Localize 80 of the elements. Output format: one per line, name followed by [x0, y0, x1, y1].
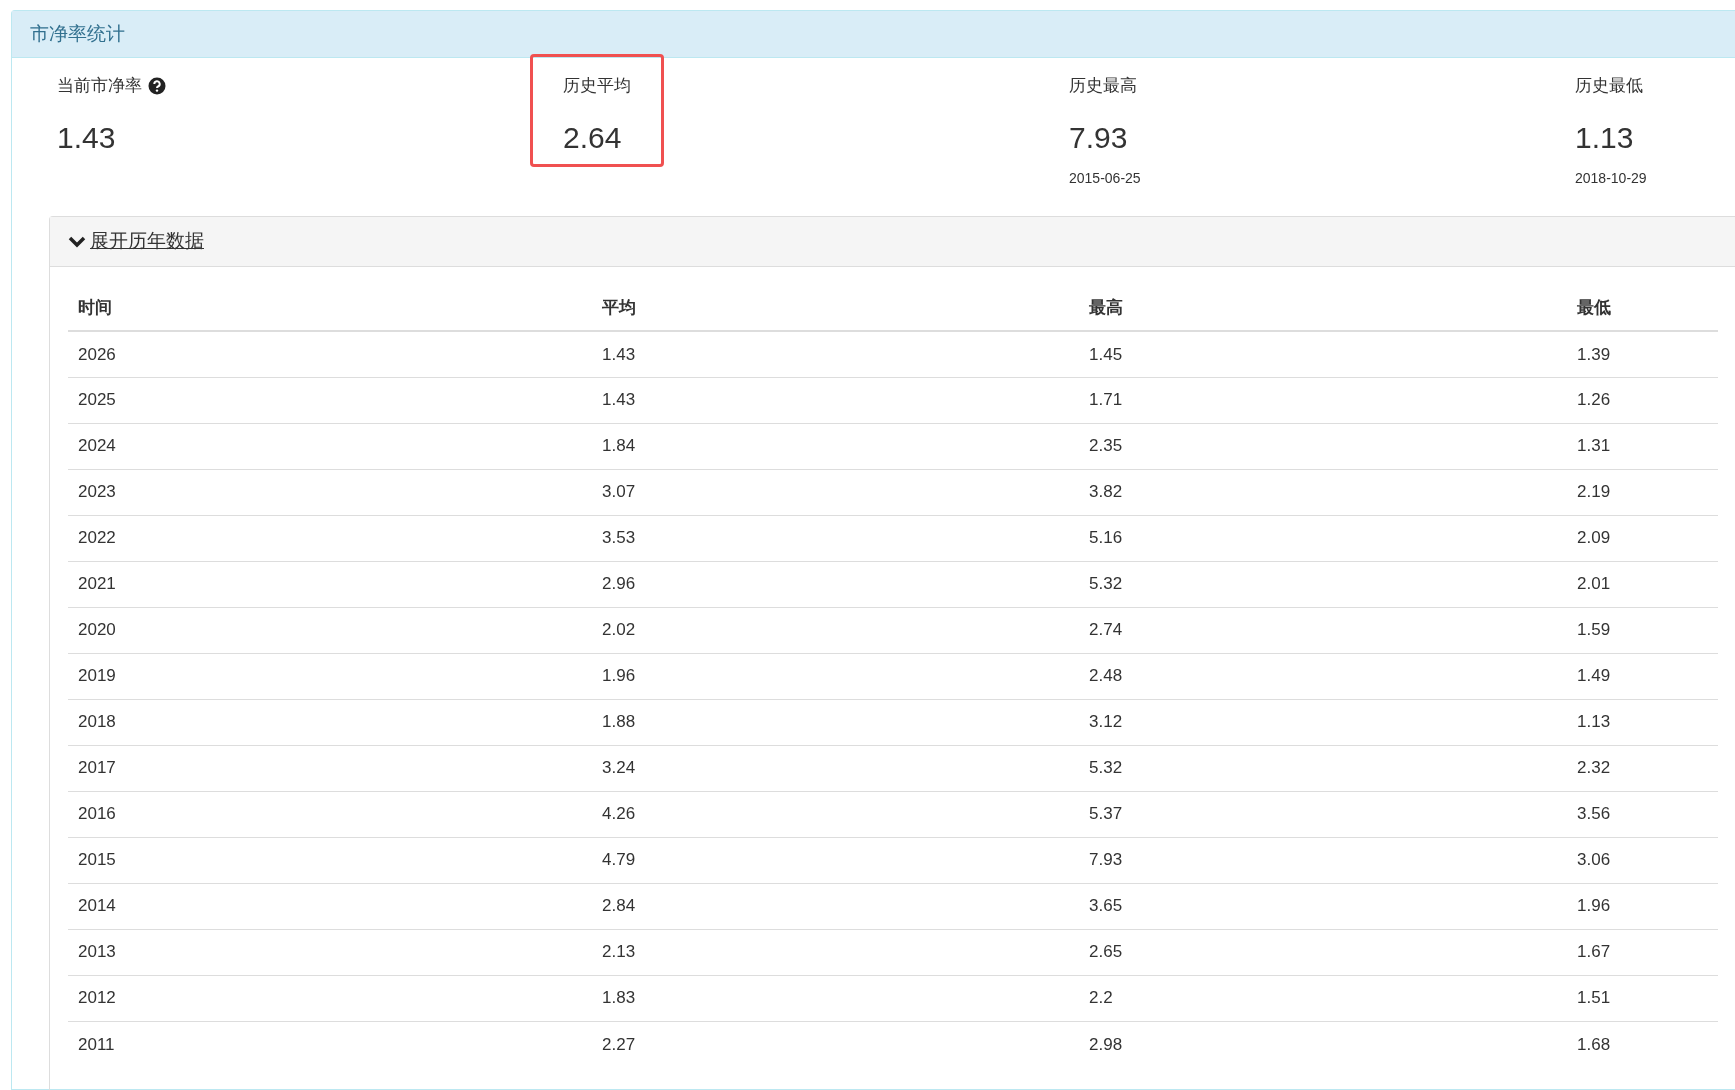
help-icon[interactable]: [148, 77, 166, 95]
table-cell: 5.16: [1079, 515, 1567, 561]
table-cell: 5.32: [1079, 745, 1567, 791]
table-cell: 3.24: [592, 745, 1079, 791]
table-cell: 7.93: [1079, 837, 1567, 883]
stat-value: 1.43: [57, 120, 116, 156]
table-cell: 1.84: [592, 423, 1079, 469]
table-cell: 1.96: [1567, 883, 1718, 929]
table-cell: 2.02: [592, 607, 1079, 653]
table-cell: 2020: [68, 607, 592, 653]
table-cell: 2022: [68, 515, 592, 561]
table-cell: 2.27: [592, 1021, 1079, 1067]
table-cell: 2024: [68, 423, 592, 469]
table-cell: 2012: [68, 975, 592, 1021]
table-cell: 1.88: [592, 699, 1079, 745]
stat-label: 当前市净率: [57, 75, 142, 98]
table-cell: 5.37: [1079, 791, 1567, 837]
table-cell: 2.65: [1079, 929, 1567, 975]
stat-value: 1.13: [1575, 120, 1634, 156]
column-header: 时间: [68, 285, 592, 331]
table-cell: 2017: [68, 745, 592, 791]
table-cell: 4.26: [592, 791, 1079, 837]
stat-date: 2015-06-25: [1069, 169, 1141, 188]
table-cell: 3.53: [592, 515, 1079, 561]
table-cell: 4.79: [592, 837, 1079, 883]
column-header: 平均: [592, 285, 1079, 331]
stat-label: 历史最高: [1069, 75, 1137, 98]
table-cell: 3.82: [1079, 469, 1567, 515]
table-cell: 1.68: [1567, 1021, 1718, 1067]
table-cell: 2025: [68, 377, 592, 423]
table-cell: 2.32: [1567, 745, 1718, 791]
table-cell: 2021: [68, 561, 592, 607]
table-cell: 2014: [68, 883, 592, 929]
table-cell: 2.84: [592, 883, 1079, 929]
table-cell: 2.96: [592, 561, 1079, 607]
table-cell: 2023: [68, 469, 592, 515]
table-cell: 1.51: [1567, 975, 1718, 1021]
table-cell: 2.09: [1567, 515, 1718, 561]
table-cell: 2026: [68, 331, 592, 377]
table-cell: 1.13: [1567, 699, 1718, 745]
table-cell: 1.71: [1079, 377, 1567, 423]
table-cell: 2.74: [1079, 607, 1567, 653]
table-cell: 3.07: [592, 469, 1079, 515]
table-cell: 1.43: [592, 331, 1079, 377]
table-cell: 2011: [68, 1021, 592, 1067]
table-cell: 1.83: [592, 975, 1079, 1021]
table-cell: 2.13: [592, 929, 1079, 975]
table-cell: 3.65: [1079, 883, 1567, 929]
table-cell: 2016: [68, 791, 592, 837]
table-cell: 2015: [68, 837, 592, 883]
table-cell: 3.56: [1567, 791, 1718, 837]
table-cell: 5.32: [1079, 561, 1567, 607]
column-header: 最高: [1079, 285, 1567, 331]
table-cell: 1.49: [1567, 653, 1718, 699]
table-cell: 3.12: [1079, 699, 1567, 745]
table-cell: 2013: [68, 929, 592, 975]
table-cell: 2018: [68, 699, 592, 745]
stat-label: 历史平均: [563, 75, 631, 98]
column-header: 最低: [1567, 285, 1718, 331]
table-cell: 2.35: [1079, 423, 1567, 469]
table-cell: 1.45: [1079, 331, 1567, 377]
table-cell: 2.2: [1079, 975, 1567, 1021]
table-cell: 2.48: [1079, 653, 1567, 699]
table-cell: 1.59: [1567, 607, 1718, 653]
table-cell: 1.39: [1567, 331, 1718, 377]
stat-value: 7.93: [1069, 120, 1128, 156]
table-cell: 2.98: [1079, 1021, 1567, 1067]
stat-value: 2.64: [563, 120, 622, 156]
table-cell: 3.06: [1567, 837, 1718, 883]
table-cell: 2.01: [1567, 561, 1718, 607]
table-cell: 1.26: [1567, 377, 1718, 423]
stat-label: 历史最低: [1575, 75, 1643, 98]
stat-date: 2018-10-29: [1575, 169, 1647, 188]
panel-title: 市净率统计: [30, 21, 125, 46]
table-cell: 2019: [68, 653, 592, 699]
table-cell: 1.43: [592, 377, 1079, 423]
table-cell: 2.19: [1567, 469, 1718, 515]
table-cell: 1.96: [592, 653, 1079, 699]
table-cell: 1.67: [1567, 929, 1718, 975]
table-cell: 1.31: [1567, 423, 1718, 469]
